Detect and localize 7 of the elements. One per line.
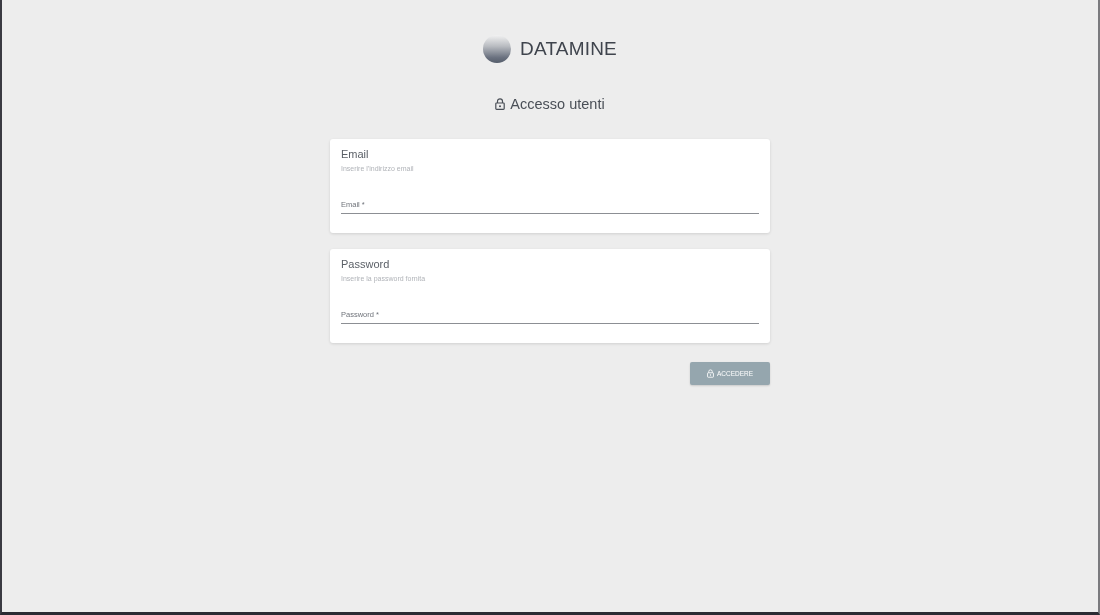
logo-sphere-icon xyxy=(483,35,511,63)
field-title: Email xyxy=(341,147,370,161)
page-heading: Accesso utenti xyxy=(510,95,605,114)
logo-wordmark: DATAMINE xyxy=(520,37,617,61)
padlock-icon xyxy=(706,369,714,378)
field-title: Password xyxy=(341,257,391,271)
padlock-icon xyxy=(495,98,506,110)
